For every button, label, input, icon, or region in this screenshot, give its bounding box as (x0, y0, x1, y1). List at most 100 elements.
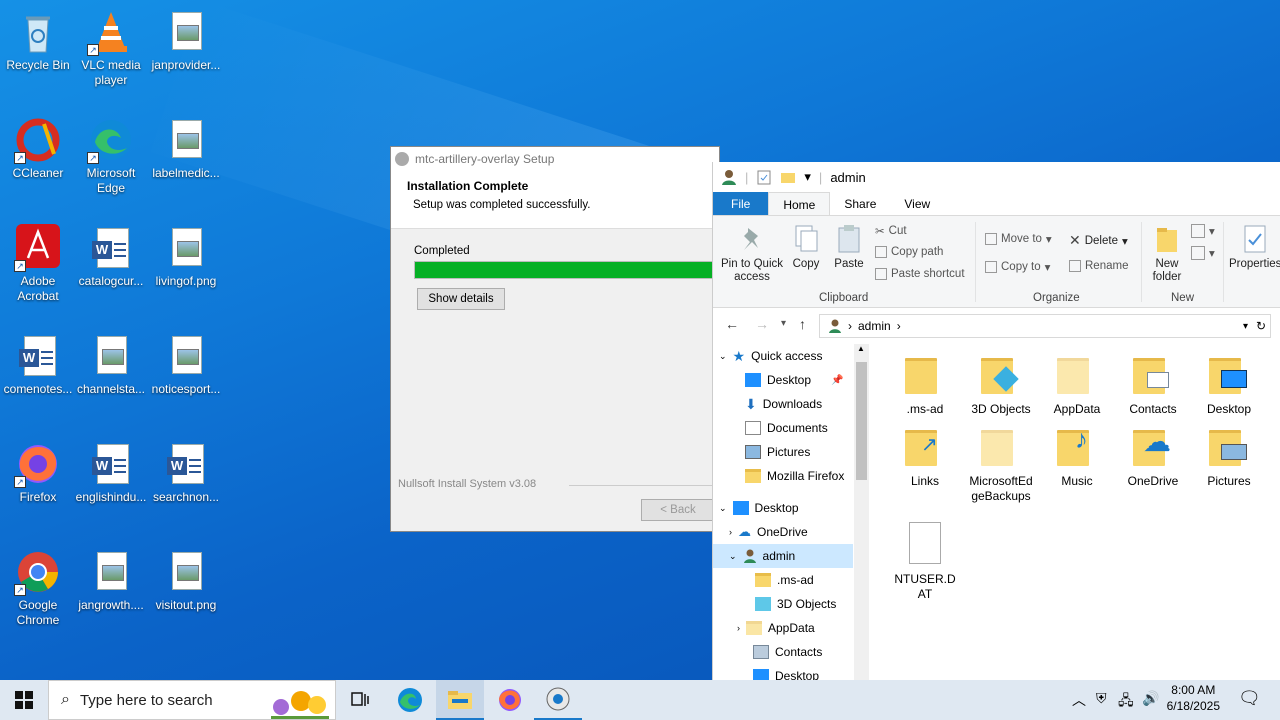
clock[interactable]: 8:00 AM 6/18/2025 (1167, 682, 1220, 714)
nav-desktop-root[interactable]: ⌄ Desktop (719, 496, 799, 520)
scroll-up-icon[interactable]: ▲ (857, 344, 865, 353)
new-folder-qat-icon[interactable] (780, 169, 796, 185)
nav-desktop-sub[interactable]: Desktop (753, 664, 819, 680)
tab-share[interactable]: Share (830, 192, 890, 215)
desktop-icon-labelmedic[interactable]: labelmedic... (148, 116, 224, 181)
notifications-icon[interactable]: 🗨 (1238, 688, 1261, 709)
desktop-icon-firefox[interactable]: ↗ Firefox (0, 440, 76, 505)
qat-dropdown-icon[interactable]: ▾ (804, 169, 811, 185)
file-item-pictures[interactable]: Pictures (1189, 424, 1269, 489)
file-item-ms-ad[interactable]: .ms-ad (885, 352, 965, 417)
move-to-button[interactable]: Move to ▾ (985, 232, 1052, 246)
ribbon-tabs: File Home Share View (713, 192, 1280, 216)
desktop-icon-channelsta[interactable]: channelsta... (73, 332, 149, 397)
taskbar-installer[interactable] (534, 680, 582, 720)
nav-pictures[interactable]: Pictures (745, 440, 810, 464)
explorer-titlebar[interactable]: | ▾ | admin (713, 162, 1280, 192)
back-button[interactable]: < Back (641, 499, 715, 521)
desktop-icon-searchnon[interactable]: W searchnon... (148, 440, 224, 505)
nav-mozilla-firefox[interactable]: Mozilla Firefox (745, 464, 844, 488)
new-folder-button[interactable]: New folder (1147, 224, 1187, 284)
task-view-button[interactable] (336, 680, 384, 720)
file-item-ntuser-dat[interactable]: NTUSER.DAT (885, 522, 965, 602)
easy-access-button[interactable]: ▾ (1191, 246, 1215, 260)
properties-button[interactable]: Properties (1229, 224, 1280, 271)
nav-admin[interactable]: ⌄ admin (713, 544, 853, 568)
refresh-icon[interactable]: ↻ (1256, 319, 1266, 333)
nav-appdata[interactable]: › AppData (737, 616, 815, 640)
recent-dropdown-icon[interactable]: ▾ (781, 318, 786, 329)
firefox-icon: ↗ (14, 440, 62, 488)
file-item-3d-objects[interactable]: 3D Objects (961, 352, 1041, 417)
properties-qat-icon[interactable] (756, 169, 772, 185)
start-button[interactable] (0, 680, 48, 720)
taskbar-search-box[interactable]: ⌕ Type here to search (48, 680, 336, 720)
nav-desktop-pinned[interactable]: Desktop 📌 (745, 368, 843, 392)
file-item-links[interactable]: ↗ Links (885, 424, 965, 489)
nav-documents[interactable]: Documents (745, 416, 828, 440)
volume-icon[interactable]: 🔊 (1142, 690, 1159, 707)
desktop-icon-janprovider[interactable]: janprovider... (148, 8, 224, 73)
delete-button[interactable]: ✕ Delete ▾ (1069, 232, 1128, 249)
paste-shortcut-button[interactable]: Paste shortcut (875, 268, 965, 280)
nsis-footer: Nullsoft Install System v3.08 (398, 478, 537, 490)
desktop-icon-livingof[interactable]: livingof.png (148, 224, 224, 289)
show-details-button[interactable]: Show details (417, 288, 505, 310)
tab-file[interactable]: File (713, 192, 769, 215)
file-item-onedrive[interactable]: ☁ OneDrive (1113, 424, 1193, 489)
taskbar-edge[interactable] (386, 680, 434, 720)
desktop-icon-chrome[interactable]: ↗ Google Chrome (0, 548, 76, 628)
copy-to-button[interactable]: Copy to ▾ (985, 260, 1050, 274)
paste-button[interactable]: Paste (831, 224, 867, 271)
desktop-icon-comenotes[interactable]: W comenotes... (0, 332, 76, 397)
desktop-icon-visitout[interactable]: visitout.png (148, 548, 224, 613)
network-icon[interactable]: 🖧 (1118, 690, 1134, 714)
taskbar-file-explorer[interactable] (436, 680, 484, 720)
user-icon (722, 170, 736, 185)
tab-home[interactable]: Home (768, 192, 831, 215)
file-item-microsoftedgebackups[interactable]: MicrosoftEdgeBackups (961, 424, 1041, 504)
desktop-icon-edge[interactable]: ↗ Microsoft Edge (73, 116, 149, 196)
desktop-icon-noticesport[interactable]: noticesport... (148, 332, 224, 397)
copy-path-button[interactable]: Copy path (875, 246, 943, 258)
desktop-icon-englishindu[interactable]: W englishindu... (73, 440, 149, 505)
explorer-title: admin (830, 169, 866, 185)
forward-arrow-icon[interactable]: → (755, 316, 769, 332)
address-dropdown-icon[interactable]: ▾ (1243, 321, 1248, 332)
nav-contacts[interactable]: Contacts (753, 640, 822, 664)
file-item-contacts[interactable]: Contacts (1113, 352, 1193, 417)
up-arrow-icon[interactable]: ↑ (799, 316, 806, 332)
nav-downloads[interactable]: ⬇ Downloads (745, 392, 822, 416)
desktop-icon-jangrowth[interactable]: jangrowth.... (73, 548, 149, 613)
desktop-icon-ccleaner[interactable]: ↗ CCleaner (0, 116, 76, 181)
file-item-music[interactable]: ♪ Music (1037, 424, 1117, 489)
desktop-icon-catalogcur[interactable]: W catalogcur... (73, 224, 149, 289)
new-item-button[interactable]: ▾ (1191, 224, 1215, 238)
rename-button[interactable]: Rename (1069, 260, 1128, 272)
contacts-icon (753, 645, 769, 659)
scrollbar-thumb[interactable] (856, 362, 867, 480)
pin-quick-access-button[interactable]: Pin to Quick access (719, 224, 785, 284)
nav-quick-access[interactable]: ⌄ ★ Quick access (719, 344, 822, 368)
file-item-appdata[interactable]: AppData (1037, 352, 1117, 417)
file-item-desktop[interactable]: Desktop (1189, 352, 1269, 417)
desktop-icon-vlc[interactable]: ↗ VLC media player (73, 8, 149, 88)
address-bar[interactable]: › admin › ▾ ↻ (819, 314, 1271, 338)
taskbar-firefox[interactable] (486, 680, 534, 720)
nav-ms-ad[interactable]: .ms-ad (755, 568, 814, 592)
show-hidden-icons-chevron-icon[interactable]: ︿ (1072, 690, 1086, 710)
tab-view[interactable]: View (890, 192, 944, 215)
desktop-icon-recycle-bin[interactable]: Recycle Bin (0, 8, 76, 73)
cut-button[interactable]: ✂ Cut (875, 224, 907, 238)
setup-titlebar[interactable]: mtc-artillery-overlay Setup (391, 147, 719, 171)
edge-icon: ↗ (87, 116, 135, 164)
copy-button[interactable]: Copy (789, 224, 823, 271)
png-file-icon (162, 548, 210, 596)
breadcrumb-admin[interactable]: admin (858, 319, 891, 333)
nav-3d-objects[interactable]: 3D Objects (755, 592, 836, 616)
defender-icon[interactable]: ⛨ (1096, 690, 1107, 707)
back-arrow-icon[interactable]: ← (725, 316, 739, 332)
desktop-icon-acrobat[interactable]: ↗ Adobe Acrobat (0, 224, 76, 304)
nav-scrollbar[interactable]: ▲ (854, 344, 869, 680)
nav-onedrive[interactable]: › ☁ OneDrive (729, 520, 808, 544)
